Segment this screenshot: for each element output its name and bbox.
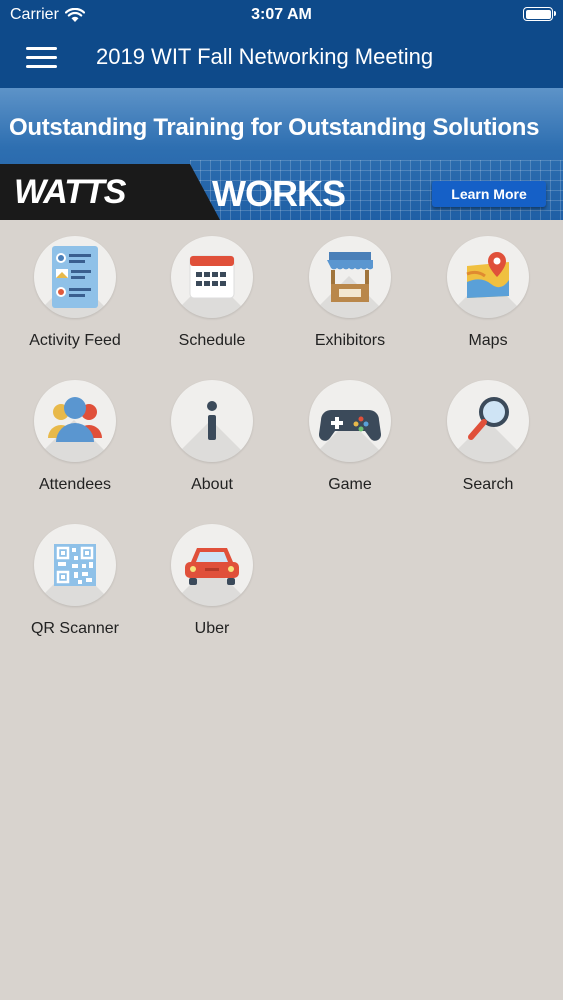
tile-game[interactable]: Game (290, 380, 410, 510)
tile-label: About (191, 476, 233, 493)
tile-exhibitors[interactable]: Exhibitors (290, 236, 410, 366)
tile-label: Search (462, 476, 514, 493)
tile-label: Uber (194, 620, 230, 637)
tile-qr-scanner[interactable]: QR Scanner (15, 524, 135, 654)
car-icon (171, 524, 253, 606)
tile-activity-feed[interactable]: Activity Feed (15, 236, 135, 366)
tile-label: Maps (468, 332, 508, 349)
map-pin-icon (447, 236, 529, 318)
sponsor-banner[interactable]: Outstanding Training for Outstanding Sol… (0, 88, 563, 220)
tile-attendees[interactable]: Attendees (15, 380, 135, 510)
info-icon (171, 380, 253, 462)
qr-code-icon (34, 524, 116, 606)
tile-label: Activity Feed (29, 332, 121, 349)
status-time: 3:07 AM (251, 6, 312, 23)
battery-icon (523, 7, 556, 21)
booth-icon (309, 236, 391, 318)
tile-label: Exhibitors (314, 332, 386, 349)
tile-label: QR Scanner (30, 620, 120, 637)
banner-slogan: Outstanding Training for Outstanding Sol… (9, 114, 540, 141)
app-header: Carrier 3:07 AM 2019 WIT Fall Networking… (0, 0, 563, 88)
brand-logo-watts: WATTS (14, 173, 126, 211)
gamepad-icon (309, 380, 391, 462)
page-title: 2019 WIT Fall Networking Meeting (96, 44, 434, 69)
learn-more-button[interactable]: Learn More (432, 181, 546, 207)
calendar-icon (171, 236, 253, 318)
tile-maps[interactable]: Maps (428, 236, 548, 366)
tile-label: Attendees (38, 476, 112, 493)
brand-logo-works: WORKS (212, 173, 346, 214)
tile-label: Game (328, 476, 372, 493)
people-icon (34, 380, 116, 462)
hamburger-menu-icon[interactable] (26, 44, 58, 70)
tile-schedule[interactable]: Schedule (152, 236, 272, 366)
tile-search[interactable]: Search (428, 380, 548, 510)
tile-uber[interactable]: Uber (152, 524, 272, 654)
magnifier-icon (447, 380, 529, 462)
tile-about[interactable]: About (152, 380, 272, 510)
activity-feed-icon (34, 236, 116, 318)
tile-label: Schedule (178, 332, 246, 349)
status-bar: Carrier 3:07 AM (0, 0, 563, 30)
